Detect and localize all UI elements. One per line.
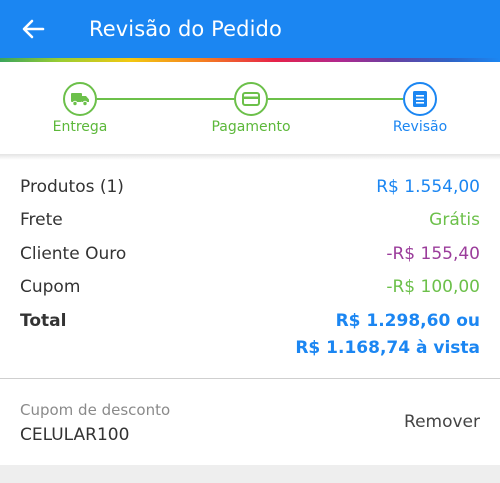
back-button[interactable] bbox=[18, 14, 48, 44]
summary-row-value-cupom: -R$ 100,00 bbox=[386, 277, 480, 297]
step-label-entrega: Entrega bbox=[52, 119, 108, 135]
total-value-cash: R$ 1.168,74 à vista bbox=[295, 338, 480, 358]
coupon-code: CELULAR100 bbox=[20, 425, 130, 445]
coupon-label: Cupom de desconto bbox=[20, 401, 171, 419]
step-connector bbox=[268, 98, 403, 100]
step-label-pagamento: Pagamento bbox=[211, 119, 291, 135]
step-connector bbox=[97, 98, 234, 100]
step-pagamento[interactable] bbox=[234, 82, 268, 116]
total-value: R$ 1.298,60 ou bbox=[335, 311, 480, 331]
summary-row-label-cupom: Cupom bbox=[20, 277, 81, 297]
step-revisao[interactable] bbox=[403, 82, 437, 116]
section-divider bbox=[0, 378, 500, 379]
step-label-revisao: Revisão bbox=[392, 119, 448, 135]
summary-row-value-cliente-ouro: -R$ 155,40 bbox=[386, 244, 480, 264]
summary-row-label-frete: Frete bbox=[20, 210, 63, 230]
footer-band bbox=[0, 465, 500, 483]
list-document-icon bbox=[413, 91, 427, 107]
arrow-left-icon bbox=[22, 19, 45, 39]
total-label: Total bbox=[20, 311, 67, 331]
checkout-stepper: Entrega Pagamento Revisão bbox=[0, 62, 500, 154]
truck-icon bbox=[71, 93, 89, 107]
remove-coupon-button[interactable]: Remover bbox=[404, 411, 480, 433]
summary-row-value-produtos: R$ 1.554,00 bbox=[376, 177, 480, 197]
stepper-shadow bbox=[0, 154, 500, 160]
step-entrega[interactable] bbox=[63, 82, 97, 116]
page-title: Revisão do Pedido bbox=[89, 17, 282, 41]
app-bar: Revisão do Pedido bbox=[0, 0, 500, 58]
summary-row-value-frete: Grátis bbox=[429, 210, 480, 230]
summary-row-label-produtos: Produtos (1) bbox=[20, 177, 124, 197]
summary-row-label-cliente-ouro: Cliente Ouro bbox=[20, 244, 127, 264]
credit-card-icon bbox=[242, 92, 260, 106]
